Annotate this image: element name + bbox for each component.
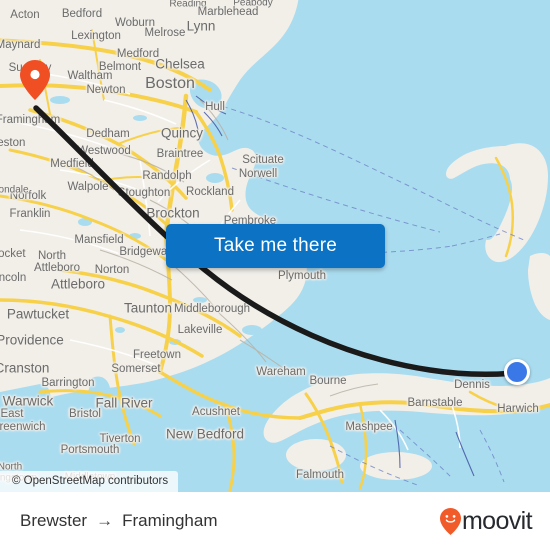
moovit-trip-map-screen: Acton Bedford Woburn Reading Peabody Marblehe… bbox=[0, 0, 550, 550]
footer-bar: Brewster → Framingham moovit bbox=[0, 492, 550, 550]
destination-marker-dot[interactable] bbox=[504, 359, 530, 385]
arrow-right-icon: → bbox=[96, 511, 114, 530]
origin-marker-pin[interactable] bbox=[20, 60, 50, 100]
moovit-logo[interactable]: moovit bbox=[439, 506, 533, 536]
osm-attribution[interactable]: © OpenStreetMap contributors bbox=[0, 471, 179, 492]
take-me-there-button[interactable]: Take me there bbox=[166, 224, 385, 268]
moovit-wordmark: moovit bbox=[461, 506, 533, 535]
route-summary: Brewster → Framingham bbox=[20, 511, 218, 531]
route-destination-label: Framingham bbox=[122, 511, 218, 530]
map-canvas[interactable]: Acton Bedford Woburn Reading Peabody Marblehe… bbox=[0, 0, 550, 492]
route-origin-label: Brewster bbox=[20, 511, 88, 530]
moovit-pin-icon bbox=[439, 507, 461, 535]
